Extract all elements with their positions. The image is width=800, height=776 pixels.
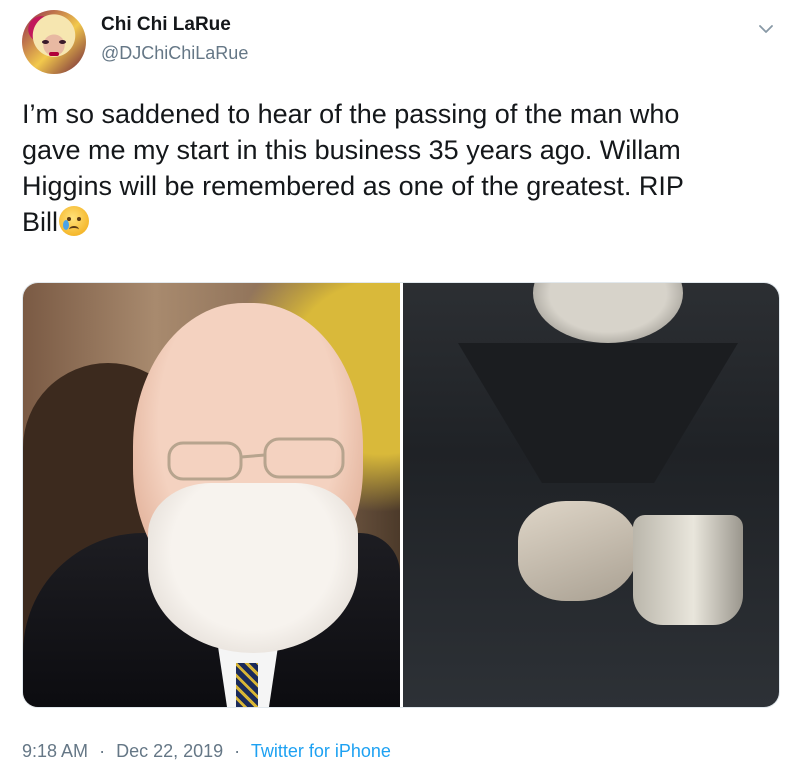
chevron-down-icon[interactable] (757, 20, 775, 38)
patterned-tie (236, 663, 258, 707)
avatar-eye (42, 40, 49, 44)
mug (633, 515, 743, 625)
white-beard (148, 483, 358, 653)
tweet-meta: 9:18 AM · Dec 22, 2019 · Twitter for iPh… (22, 741, 391, 762)
tweet-text-fragment: Bill (22, 207, 59, 237)
tweet-date[interactable]: Dec 22, 2019 (116, 741, 223, 761)
hand (518, 501, 638, 601)
author-handle[interactable]: @DJChiChiLaRue (101, 43, 248, 64)
tweet-time[interactable]: 9:18 AM (22, 741, 88, 761)
tweet-text-line: I’m so saddened to hear of the passing o… (22, 99, 680, 129)
tweet-source-link[interactable]: Twitter for iPhone (251, 741, 391, 761)
tweet-media[interactable] (22, 282, 780, 708)
tweet-text-line: gave me my start in this business 35 yea… (22, 135, 681, 165)
grey-beard (533, 283, 683, 343)
avatar-eye (59, 40, 66, 44)
author-display-name[interactable]: Chi Chi LaRue (101, 14, 231, 36)
tweet-text-line-last: Bill (22, 204, 782, 240)
tweet-text: I’m so saddened to hear of the passing o… (22, 96, 782, 240)
tweet: Chi Chi LaRue @DJChiChiLaRue I’m so sadd… (0, 0, 800, 776)
dark-jacket-collar (458, 343, 738, 483)
avatar[interactable] (22, 10, 86, 74)
tweet-text-line: Higgins will be remembered as one of the… (22, 171, 684, 201)
photo-man-holding-mug[interactable] (403, 283, 779, 707)
avatar-lips (49, 52, 59, 56)
meta-separator: · (234, 741, 241, 761)
photo-bald-man-with-glasses-and-beard[interactable] (23, 283, 400, 707)
meta-separator: · (99, 741, 106, 761)
crying-face-emoji-icon (59, 206, 90, 236)
glasses-icon (167, 437, 345, 481)
